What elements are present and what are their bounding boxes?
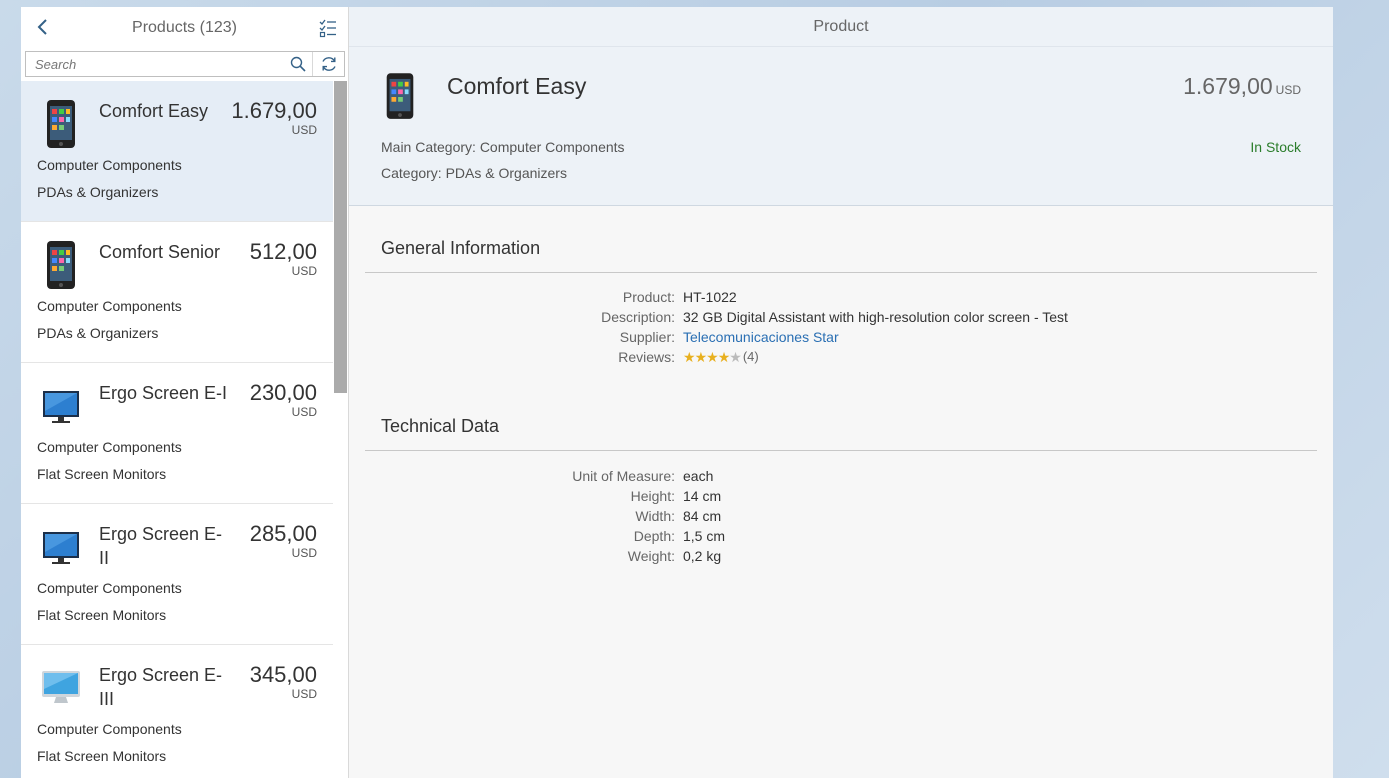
stock-status: In Stock <box>1250 139 1301 155</box>
technical-data-title: Technical Data <box>381 416 500 436</box>
product-list: Comfort Easy 1.679,00 USD Computer Compo… <box>21 81 333 778</box>
form-row-weight: Weight: 0,2 kg <box>349 546 1333 566</box>
field-label: Height: <box>630 488 675 504</box>
field-value: 0,2 kg <box>683 548 722 564</box>
field-value: 84 cm <box>683 508 722 524</box>
field-label: Description: <box>601 309 675 325</box>
main-category-attribute: Main Category: Computer Components <box>381 139 625 155</box>
monitor-icon <box>41 381 81 433</box>
form-row-supplier: Supplier: Telecomunicaciones Star <box>349 327 1333 347</box>
item-price: 345,00 <box>249 662 317 687</box>
technical-data-form: Unit of Measure: each Height: 14 cm Width:… <box>349 466 1333 566</box>
section-divider <box>365 450 1317 451</box>
form-row-width: Width: 84 cm <box>349 506 1333 526</box>
review-count[interactable]: (4) <box>743 347 759 367</box>
item-name: Ergo Screen E-II <box>99 524 223 568</box>
refresh-icon[interactable] <box>312 52 344 76</box>
smartphone-icon <box>381 72 419 122</box>
detail-header: Product <box>349 7 1333 47</box>
general-info-title: General Information <box>381 238 541 258</box>
monitor-icon <box>41 663 81 715</box>
item-price: 285,00 <box>249 521 317 546</box>
detail-pane: Product Comfort Easy 1.679,00 USD Main Ca… <box>349 7 1333 778</box>
list-item[interactable]: Comfort Senior 512,00 USD Computer Compo… <box>21 222 333 363</box>
item-price: 230,00 <box>249 380 317 405</box>
section-divider <box>365 272 1317 273</box>
field-value: 14 cm <box>683 488 722 504</box>
item-subcategory: PDAs & Organizers <box>37 184 159 200</box>
item-currency: USD <box>291 264 317 278</box>
item-category: Computer Components <box>37 439 182 455</box>
item-currency: USD <box>291 123 317 137</box>
field-value: each <box>683 468 714 484</box>
item-price: 512,00 <box>249 239 317 264</box>
item-subcategory: Flat Screen Monitors <box>37 748 167 764</box>
scrollbar-thumb[interactable] <box>334 81 347 393</box>
item-price: 1.679,00 <box>231 98 317 123</box>
category-attribute: Category: PDAs & Organizers <box>381 165 567 181</box>
list-item[interactable]: Ergo Screen E-II 285,00 USD Computer Com… <box>21 504 333 645</box>
price-currency: USD <box>1275 83 1301 97</box>
item-category: Computer Components <box>37 580 182 596</box>
form-row-reviews: Reviews: ★ ★ ★ ★ ★ (4) <box>349 347 1333 367</box>
master-title: Products (123) <box>132 19 237 36</box>
field-label: Width: <box>635 508 675 524</box>
item-name: Comfort Senior <box>99 242 221 262</box>
product-title: Comfort Easy <box>447 73 587 99</box>
list-item[interactable]: Ergo Screen E-III 345,00 USD Computer Co… <box>21 645 333 778</box>
detail-title: Product <box>813 17 869 35</box>
general-info-form: Product: HT-1022 Description: 32 GB Digita… <box>349 287 1333 367</box>
back-arrow-icon[interactable] <box>31 15 55 39</box>
item-currency: USD <box>291 546 317 560</box>
field-value: 32 GB Digital Assistant with high-resolu… <box>683 309 1068 325</box>
item-category: Computer Components <box>37 721 182 737</box>
app-shell: Products (123) Search Comfort Easy 1.679… <box>21 7 1333 778</box>
form-row-depth: Depth: 1,5 cm <box>349 526 1333 546</box>
field-label: Product: <box>622 289 675 305</box>
master-list-pane: Products (123) Search Comfort Easy 1.679… <box>21 7 349 778</box>
smartphone-icon <box>41 240 81 292</box>
field-label: Unit of Measure: <box>572 468 675 484</box>
item-name: Comfort Easy <box>99 101 209 121</box>
item-name: Ergo Screen E-III <box>99 665 223 709</box>
field-value: HT-1022 <box>683 289 737 305</box>
item-subcategory: Flat Screen Monitors <box>37 607 167 623</box>
star-icon: ★ <box>694 349 708 365</box>
supplier-link[interactable]: Telecomunicaciones Star <box>683 327 839 347</box>
list-scrollbar[interactable] <box>333 81 348 778</box>
form-row-uom: Unit of Measure: each <box>349 466 1333 486</box>
star-icon: ★ <box>717 349 731 365</box>
price-value: 1.679,00 <box>1183 73 1273 99</box>
search-input[interactable] <box>26 56 284 72</box>
star-icon: ★ <box>706 349 719 365</box>
field-label: Supplier: <box>619 329 675 345</box>
master-header: Products (123) <box>21 7 348 49</box>
item-currency: USD <box>291 687 317 701</box>
star-icon: ★ <box>683 349 696 365</box>
item-name: Ergo Screen E-I <box>99 383 228 403</box>
monitor-icon <box>41 522 81 574</box>
search-icon[interactable] <box>284 52 312 76</box>
item-subcategory: PDAs & Organizers <box>37 325 159 341</box>
field-label: Weight: <box>627 548 675 564</box>
multi-select-icon[interactable] <box>318 17 340 39</box>
list-item[interactable]: Ergo Screen E-I 230,00 USD Computer Comp… <box>21 363 333 504</box>
field-value: 1,5 cm <box>683 528 726 544</box>
item-category: Computer Components <box>37 298 182 314</box>
field-label: Depth: <box>633 528 675 544</box>
item-currency: USD <box>291 405 317 419</box>
field-label: Reviews: <box>618 349 675 365</box>
search-bar <box>25 51 345 77</box>
item-category: Computer Components <box>37 157 182 173</box>
object-header: Comfort Easy 1.679,00 USD Main Category: … <box>349 47 1333 206</box>
list-item[interactable]: Comfort Easy 1.679,00 USD Computer Compo… <box>21 81 333 222</box>
form-row-height: Height: 14 cm <box>349 486 1333 506</box>
rating-indicator: ★ ★ ★ ★ ★ (4) <box>683 347 759 367</box>
star-empty-icon: ★ <box>729 349 742 365</box>
smartphone-icon <box>41 99 81 151</box>
form-row-product: Product: HT-1022 <box>349 287 1333 307</box>
product-price: 1.679,00 USD <box>1183 73 1301 100</box>
form-row-description: Description: 32 GB Digital Assistant with… <box>349 307 1333 327</box>
item-subcategory: Flat Screen Monitors <box>37 466 167 482</box>
